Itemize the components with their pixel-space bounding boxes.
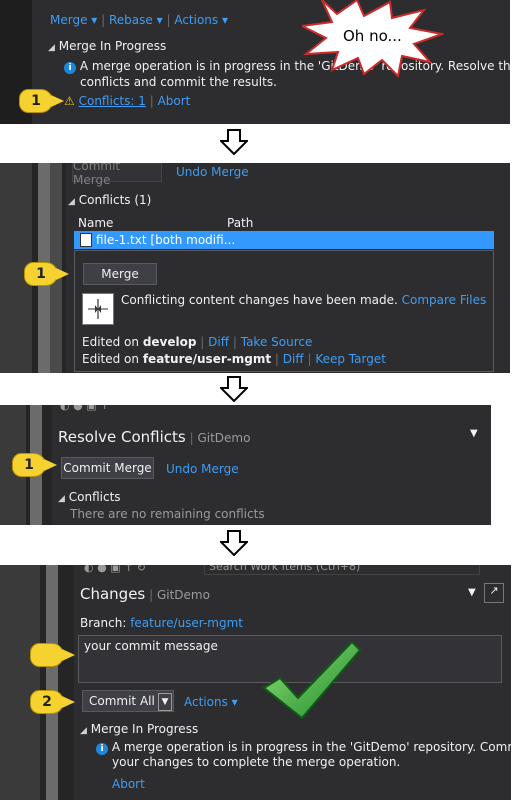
- conflicts-header[interactable]: ◢ Conflicts (1): [68, 193, 151, 207]
- abort-link[interactable]: Abort: [112, 777, 145, 791]
- warning-icon: ⚠: [64, 94, 75, 108]
- down-arrow-icon: [220, 376, 248, 402]
- check-mark-icon: [262, 640, 362, 720]
- undo-merge-link[interactable]: Undo Merge: [166, 462, 239, 476]
- title-dropdown-icon[interactable]: ▼: [470, 428, 478, 439]
- conflict-description: Conflicting content changes have been ma…: [121, 293, 487, 307]
- callout-2: 2: [30, 690, 75, 714]
- toolbar: Merge ▾ | Rebase ▾ | Actions ▾: [50, 13, 229, 27]
- section-header[interactable]: ◢ Merge In Progress: [80, 722, 198, 736]
- column-path[interactable]: Path: [227, 216, 253, 230]
- repo-name: GitDemo: [156, 588, 210, 602]
- panel-conflicts: Commit Merge Undo Merge ◢ Conflicts (1) …: [0, 163, 510, 373]
- undo-merge-link[interactable]: Undo Merge: [176, 165, 249, 179]
- panel-changes: ◐ ● ▣ ↑ ↻ Search Work Items (Ctrl+8) Cha…: [0, 565, 511, 800]
- merge-button[interactable]: Merge: [83, 263, 157, 285]
- collapse-triangle-icon: ◢: [58, 494, 65, 504]
- callout-1: 1: [12, 453, 57, 477]
- commit-merge-button: Commit Merge: [72, 163, 162, 187]
- keep-target-link[interactable]: Keep Target: [315, 352, 386, 366]
- toolbar-icons: ◐ ● ▣ ↑: [60, 405, 110, 412]
- collapse-triangle-icon: ◢: [68, 197, 75, 207]
- callout-1: 1: [24, 262, 69, 286]
- no-conflicts-text: There are no remaining conflicts: [70, 507, 265, 521]
- conflicts-link[interactable]: Conflicts: 1: [79, 94, 146, 108]
- conflict-details: Merge Conflicting content changes have b…: [74, 250, 494, 372]
- collapse-triangle-icon: ◢: [48, 43, 55, 53]
- branch-row: Branch: feature/user-mgmt: [80, 616, 244, 630]
- diff-source-link[interactable]: Diff: [208, 335, 229, 349]
- merge-compare-icon: [82, 293, 114, 325]
- section-header[interactable]: ◢ Merge In Progress: [48, 39, 166, 53]
- conflict-row-selected[interactable]: file-1.txt [both modifi...: [74, 231, 494, 249]
- merge-menu[interactable]: Merge ▾: [50, 13, 97, 27]
- pop-out-icon[interactable]: ↗: [484, 583, 504, 603]
- rebase-menu[interactable]: Rebase ▾: [109, 13, 163, 27]
- section-title: Merge In Progress: [58, 39, 167, 53]
- info-icon: i: [96, 743, 108, 755]
- diff-target-link[interactable]: Diff: [283, 352, 304, 366]
- conflicts-row: ⚠ Conflicts: 1 | Abort: [64, 94, 191, 108]
- title-row: Changes | GitDemo: [80, 585, 210, 603]
- actions-menu[interactable]: Actions ▾: [184, 695, 238, 709]
- edited-source-row: Edited on develop | Diff | Take Source: [82, 335, 313, 349]
- commit-merge-button[interactable]: Commit Merge: [61, 457, 154, 479]
- page-title: Changes: [80, 585, 146, 603]
- down-arrow-icon: [220, 530, 248, 556]
- callout-1: [30, 643, 75, 667]
- actions-menu[interactable]: Actions ▾: [174, 13, 228, 27]
- repo-name: GitDemo: [197, 431, 251, 445]
- conflict-file-name: file-1.txt [both modifi...: [96, 233, 236, 247]
- commit-dropdown-icon[interactable]: ▼: [158, 693, 172, 711]
- down-arrow-icon: [220, 129, 248, 155]
- edited-target-row: Edited on feature/user-mgmt | Diff | Kee…: [82, 352, 386, 366]
- abort-link[interactable]: Abort: [158, 94, 191, 108]
- merge-message: i A merge operation is in progress in th…: [96, 740, 511, 770]
- column-name[interactable]: Name: [78, 216, 113, 230]
- toolbar-icons: ◐ ● ▣ ↑ ↻: [84, 565, 147, 574]
- callout-1: 1: [19, 89, 64, 113]
- page-title: Resolve Conflicts: [58, 428, 186, 446]
- branch-link[interactable]: feature/user-mgmt: [130, 616, 243, 630]
- speech-bubble-text: Oh no...: [343, 27, 402, 45]
- file-icon: [80, 233, 92, 247]
- title-row: Resolve Conflicts | GitDemo: [58, 428, 251, 446]
- panel-resolve-conflicts: ◐ ● ▣ ↑ Resolve Conflicts | GitDemo ▼ Co…: [0, 405, 491, 525]
- take-source-link[interactable]: Take Source: [241, 335, 313, 349]
- title-dropdown-icon[interactable]: ▼: [468, 587, 476, 598]
- conflicts-header[interactable]: ◢ Conflicts: [58, 490, 121, 504]
- search-input[interactable]: Search Work Items (Ctrl+8): [204, 565, 480, 575]
- collapse-triangle-icon: ◢: [80, 726, 87, 736]
- info-icon: i: [64, 62, 76, 74]
- compare-files-link[interactable]: Compare Files: [402, 293, 487, 307]
